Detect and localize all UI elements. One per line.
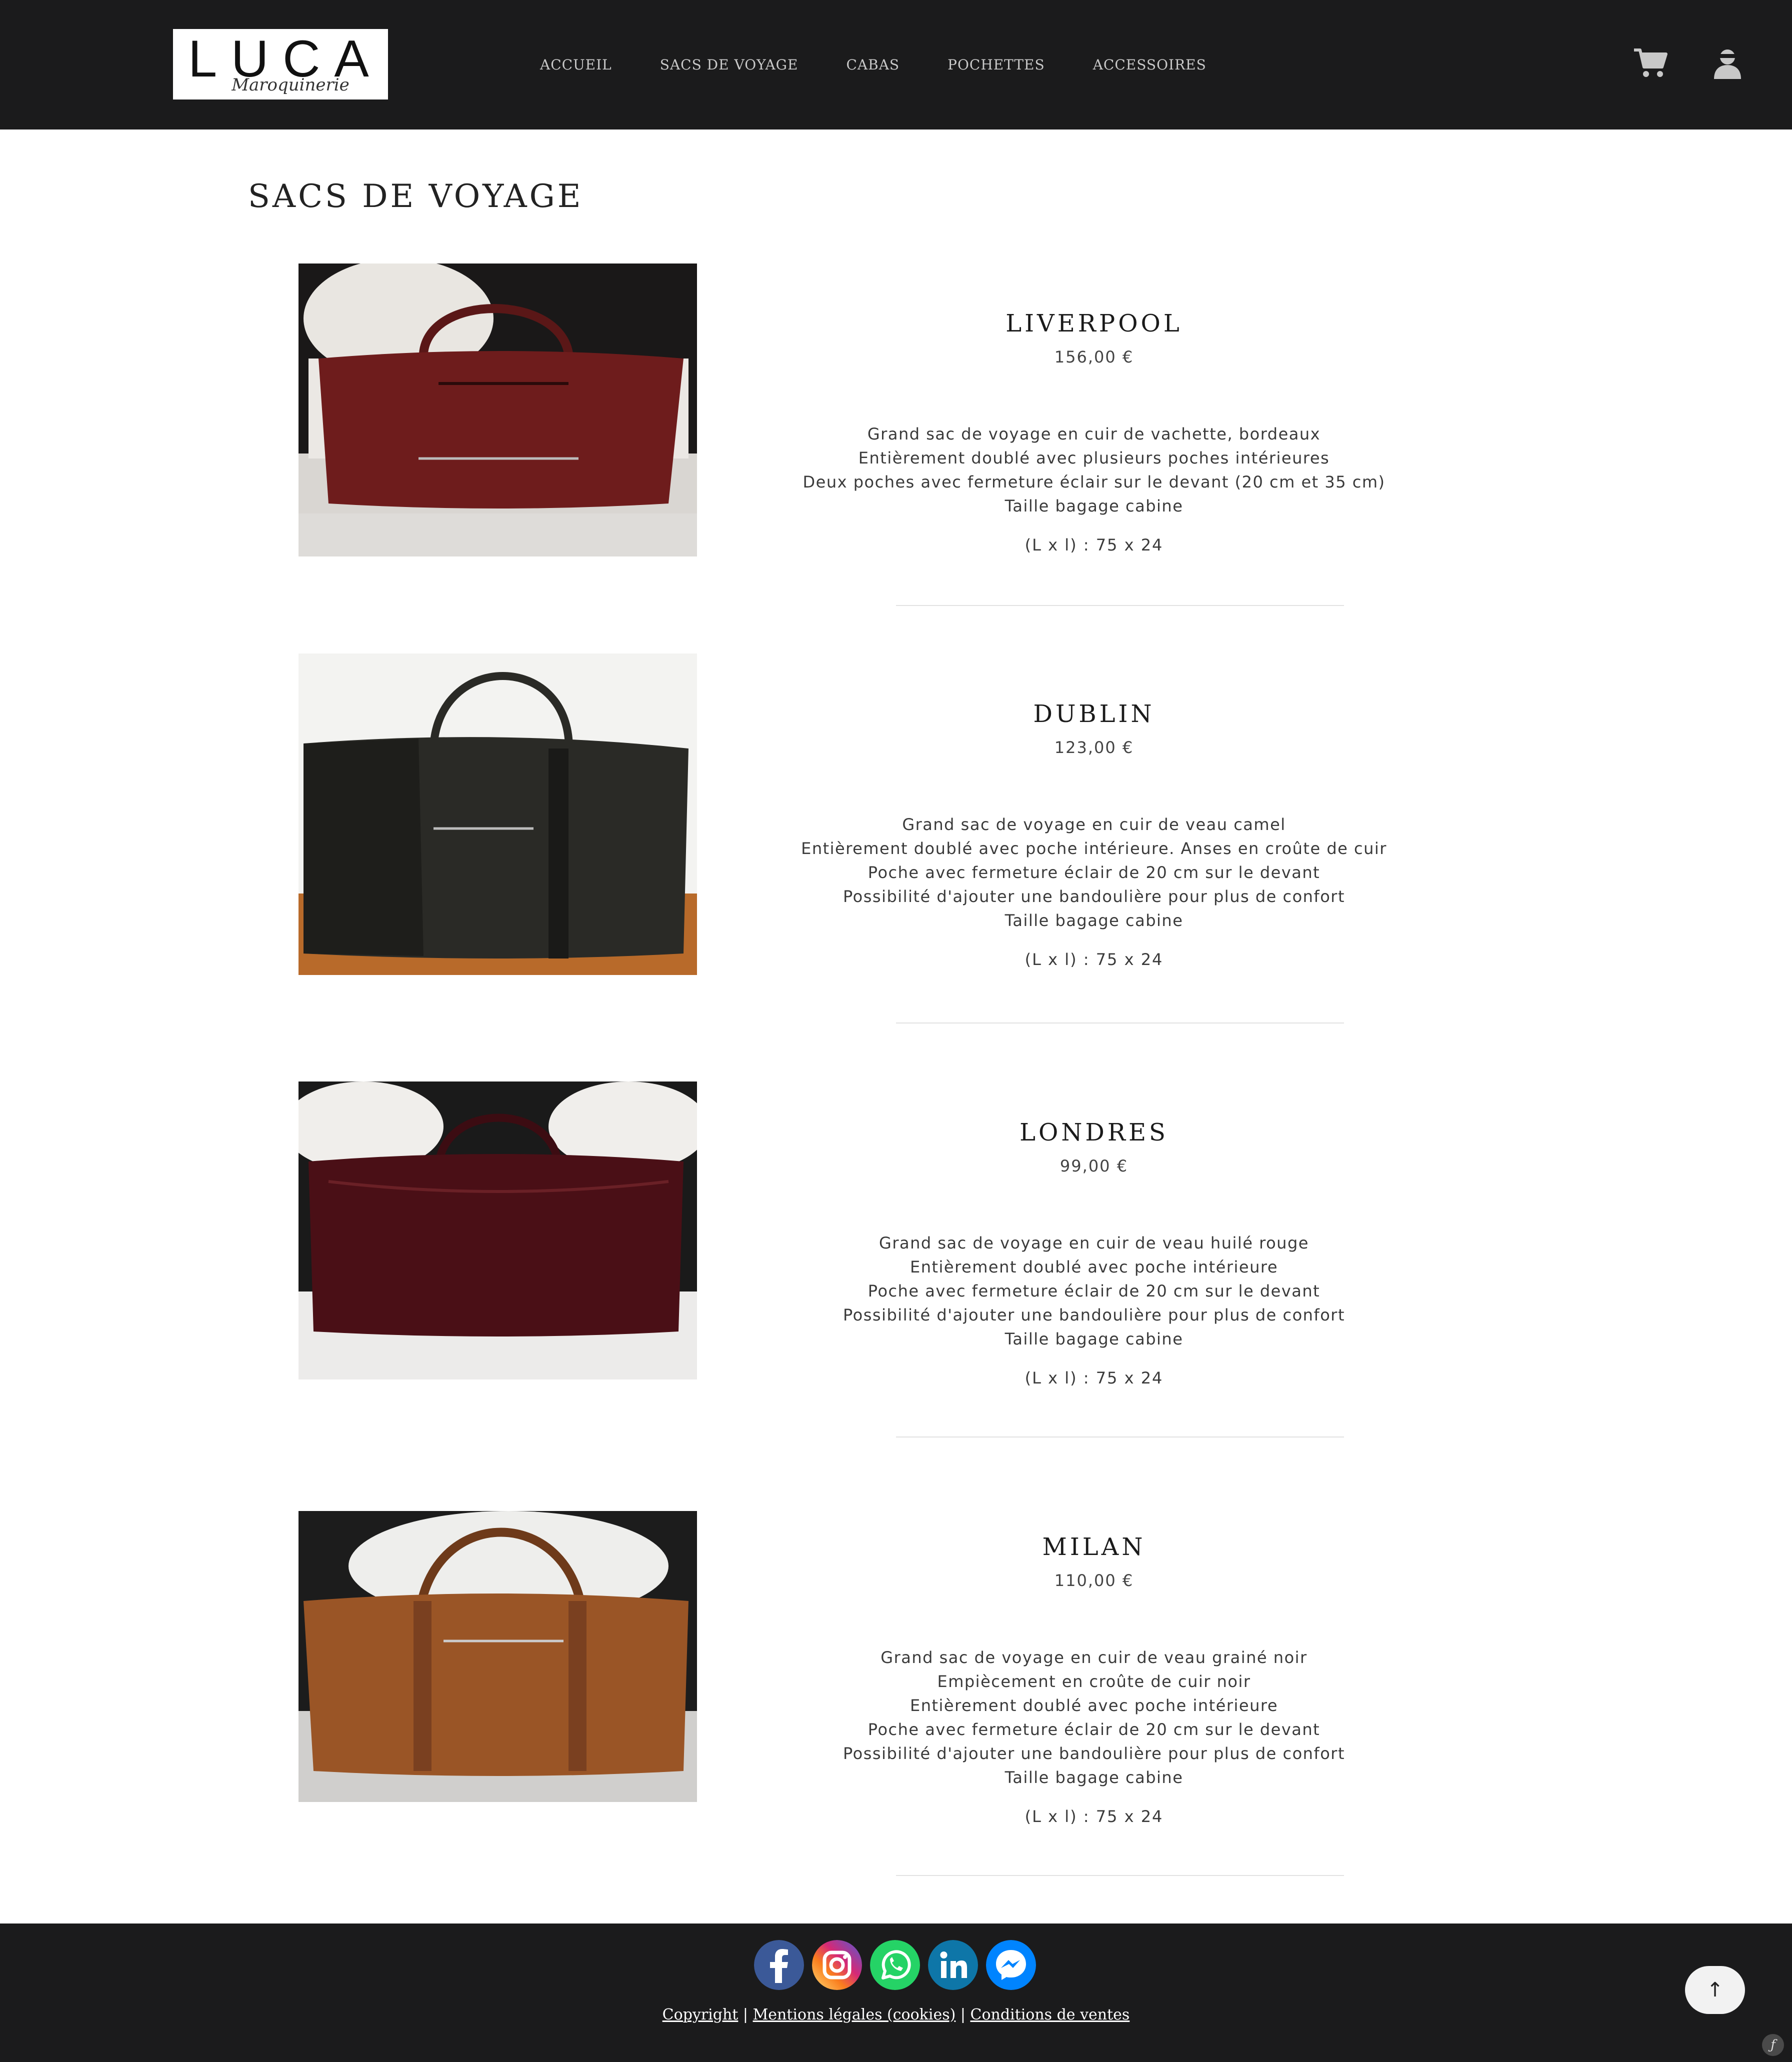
nav-sacs-de-voyage[interactable]: SACS DE VOYAGE	[660, 52, 798, 78]
product-info: MILAN 110,00 € Grand sac de voyage en cu…	[794, 1530, 1394, 1828]
description-line: Poche avec fermeture éclair de 20 cm sur…	[868, 1720, 1320, 1739]
product-photo[interactable]	[298, 654, 697, 975]
product-description: Grand sac de voyage en cuir de vachette,…	[794, 422, 1394, 518]
product-divider	[896, 1875, 1344, 1876]
product-dimensions: (L x l) : 75 x 24	[1024, 950, 1164, 969]
description-line: Entièrement doublé avec poche intérieure	[910, 1696, 1278, 1715]
description-line: Possibilité d'ajouter une bandoulière po…	[843, 887, 1345, 906]
product-photo[interactable]	[298, 1082, 697, 1380]
facebook-icon[interactable]	[754, 1940, 804, 1990]
description-line: Possibilité d'ajouter une bandoulière po…	[843, 1306, 1345, 1324]
product-divider	[896, 1022, 1344, 1024]
main-nav: ACCUEIL SACS DE VOYAGE CABAS POCHETTES A…	[540, 52, 1206, 78]
product-info: LIVERPOOL 156,00 € Grand sac de voyage e…	[794, 306, 1394, 557]
nav-cabas[interactable]: CABAS	[846, 52, 900, 78]
product-dimensions: (L x l) : 75 x 24	[1024, 536, 1164, 554]
description-line: Grand sac de voyage en cuir de veau huil…	[879, 1234, 1309, 1252]
product-dimensions: (L x l) : 75 x 24	[1024, 1368, 1164, 1388]
product-description: Grand sac de voyage en cuir de veau huil…	[794, 1231, 1394, 1351]
description-line: Taille bagage cabine	[1004, 1768, 1184, 1787]
user-icon[interactable]	[1710, 46, 1745, 81]
mentions-legales-link[interactable]: Mentions légales (cookies)	[753, 2006, 956, 2024]
description-line: Entièrement doublé avec poche intérieure…	[801, 839, 1387, 858]
conditions-de-ventes-link[interactable]: Conditions de ventes	[970, 2006, 1130, 2024]
site-header: LUCA Maroquinerie ACCUEIL SACS DE VOYAGE…	[0, 0, 1792, 130]
cart-icon[interactable]	[1633, 46, 1668, 81]
footer-separator: |	[742, 2006, 748, 2024]
nav-accessoires[interactable]: ACCESSOIRES	[1093, 52, 1206, 78]
description-line: Deux poches avec fermeture éclair sur le…	[802, 472, 1386, 492]
product-price: 156,00 €	[1054, 348, 1134, 366]
description-line: Grand sac de voyage en cuir de vachette,…	[867, 424, 1321, 444]
description-line: Entièrement doublé avec plusieurs poches…	[858, 448, 1330, 468]
product-photo[interactable]	[298, 1511, 697, 1802]
logo-subtitle: Maroquinerie	[232, 75, 350, 95]
product-price: 110,00 €	[1054, 1571, 1134, 1590]
description-line: Taille bagage cabine	[1004, 496, 1184, 516]
product-info: DUBLIN 123,00 € Grand sac de voyage en c…	[794, 696, 1394, 972]
instagram-icon[interactable]	[812, 1940, 862, 1990]
description-line: Possibilité d'ajouter une bandoulière po…	[843, 1744, 1345, 1763]
product-description: Grand sac de voyage en cuir de veau came…	[794, 812, 1394, 932]
whatsapp-icon[interactable]	[870, 1940, 920, 1990]
product-info: LONDRES 99,00 € Grand sac de voyage en c…	[794, 1115, 1394, 1390]
description-line: Grand sac de voyage en cuir de veau grai…	[880, 1648, 1308, 1667]
footer-separator: |	[960, 2006, 966, 2024]
description-line: Taille bagage cabine	[1004, 911, 1184, 930]
page-title: SACS DE VOYAGE	[248, 178, 584, 215]
scroll-to-top-button[interactable]: ↑	[1685, 1966, 1745, 2014]
description-line: Poche avec fermeture éclair de 20 cm sur…	[868, 1282, 1320, 1300]
linkedin-icon[interactable]	[928, 1940, 978, 1990]
product-price: 99,00 €	[1060, 1156, 1128, 1176]
copyright-link[interactable]: Copyright	[662, 2006, 738, 2024]
nav-pochettes[interactable]: POCHETTES	[948, 52, 1045, 78]
product-name: DUBLIN	[1033, 700, 1155, 728]
footer-links: Copyright | Mentions légales (cookies) |…	[0, 1990, 1792, 2040]
description-line: Empiècement en croûte de cuir noir	[937, 1672, 1251, 1691]
description-line: Poche avec fermeture éclair de 20 cm sur…	[868, 863, 1320, 882]
nav-accueil[interactable]: ACCUEIL	[540, 52, 612, 78]
site-logo[interactable]: LUCA Maroquinerie	[173, 29, 388, 100]
product-name: LIVERPOOL	[1006, 310, 1182, 338]
site-badge-icon[interactable]: ƒ	[1762, 2034, 1784, 2056]
description-line: Taille bagage cabine	[1004, 1330, 1184, 1348]
product-name: LONDRES	[1020, 1118, 1168, 1146]
product-description: Grand sac de voyage en cuir de veau grai…	[794, 1646, 1394, 1790]
product-dimensions: (L x l) : 75 x 24	[1024, 1807, 1164, 1826]
product-divider	[896, 605, 1344, 606]
product-price: 123,00 €	[1054, 738, 1134, 757]
product-name: MILAN	[1042, 1533, 1146, 1561]
description-line: Grand sac de voyage en cuir de veau came…	[902, 815, 1286, 834]
description-line: Entièrement doublé avec poche intérieure	[910, 1258, 1278, 1276]
product-photo[interactable]	[298, 264, 697, 556]
messenger-icon[interactable]	[986, 1940, 1036, 1990]
social-links	[754, 1940, 1036, 1990]
product-divider	[896, 1436, 1344, 1438]
